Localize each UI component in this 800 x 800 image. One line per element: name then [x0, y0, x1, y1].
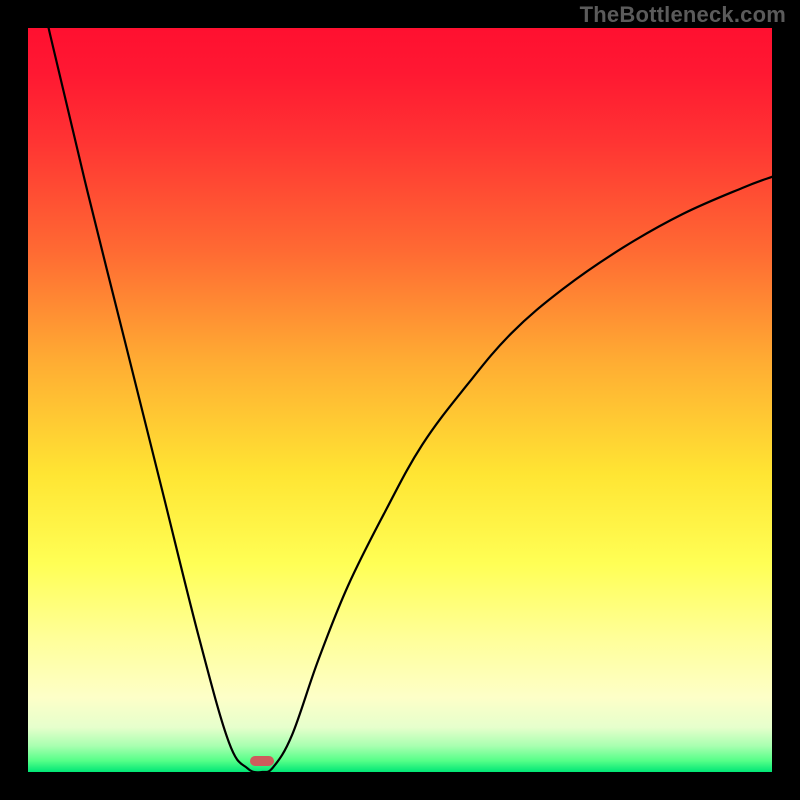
plot-area — [28, 28, 772, 772]
watermark-text: TheBottleneck.com — [580, 2, 786, 28]
plot-svg — [28, 28, 772, 772]
chart-frame: TheBottleneck.com — [0, 0, 800, 800]
